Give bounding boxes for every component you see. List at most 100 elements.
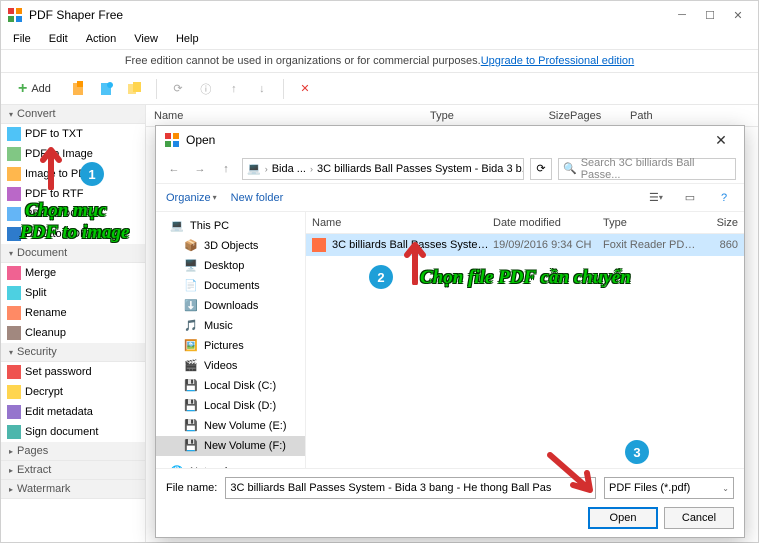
dialog-bottom: File name: PDF Files (*.pdf)⌄ Open Cance… <box>156 468 744 537</box>
tree-item[interactable]: 🎵Music <box>156 316 305 336</box>
add-button[interactable]: + Add <box>7 77 62 101</box>
infobar: Free edition cannot be used in organizat… <box>1 49 758 73</box>
nav-back-icon[interactable]: ← <box>164 159 184 179</box>
dialog-icon <box>164 132 180 148</box>
tree-item[interactable]: 🖥️Desktop <box>156 256 305 276</box>
tree-item[interactable]: 💾Local Disk (D:) <box>156 396 305 416</box>
help-icon[interactable]: ? <box>714 188 734 208</box>
col-pages[interactable]: Pages <box>570 110 630 122</box>
sidebar-item-edit-metadata[interactable]: Edit metadata <box>1 402 145 422</box>
sidebar-item-set-password[interactable]: Set password <box>1 362 145 382</box>
dialog-titlebar: Open ✕ <box>156 126 744 154</box>
pc-icon: 💻 <box>247 162 261 175</box>
refresh-button[interactable]: ⟳ <box>530 158 552 180</box>
plus-icon: + <box>18 80 27 98</box>
col-size[interactable]: Size <box>520 110 570 122</box>
minimize-button[interactable]: ─ <box>668 5 696 25</box>
tb-icon-2[interactable] <box>96 78 118 100</box>
sidebar-item-pdf-to-txt[interactable]: PDF to TXT <box>1 124 145 144</box>
tree-item[interactable]: 🖼️Pictures <box>156 336 305 356</box>
menu-help[interactable]: Help <box>168 31 207 47</box>
titlebar: PDF Shaper Free ─ ☐ ✕ <box>1 1 758 29</box>
sidebar-item-pdf-to-rtf[interactable]: PDF to RTF <box>1 184 145 204</box>
tb-up-icon[interactable]: ↑ <box>223 78 245 100</box>
tb-delete-icon[interactable]: ✕ <box>294 78 316 100</box>
menu-action[interactable]: Action <box>78 31 125 47</box>
file-list: Name Date modified Type Size 3C billiard… <box>306 212 744 468</box>
tree-item[interactable]: 📄Documents <box>156 276 305 296</box>
col-name[interactable]: Name <box>154 110 430 122</box>
sidebar-item-doc-to-pdf[interactable]: DOC to PDF <box>1 224 145 244</box>
tree-item-selected[interactable]: 💾New Volume (F:) <box>156 436 305 456</box>
infobar-text: Free edition cannot be used in organizat… <box>125 55 481 67</box>
group-pages[interactable]: ▸Pages <box>1 442 145 461</box>
sidebar-item-merge[interactable]: Merge <box>1 263 145 283</box>
tb-down-icon[interactable]: ↓ <box>251 78 273 100</box>
sidebar: ▾Convert PDF to TXT PDF to Image Image t… <box>1 105 146 542</box>
open-button[interactable]: Open <box>588 507 658 529</box>
nav-up-icon[interactable]: ↑ <box>216 159 236 179</box>
col-type[interactable]: Type <box>430 110 520 122</box>
group-security[interactable]: ▾Security <box>1 343 145 362</box>
group-convert[interactable]: ▾Convert <box>1 105 145 124</box>
sidebar-item-pdf-to-doc[interactable]: PDF to DOC <box>1 204 145 224</box>
tree-this-pc[interactable]: 💻This PC <box>156 216 305 236</box>
tb-icon-1[interactable] <box>68 78 90 100</box>
organize-button[interactable]: Organize ▾ <box>166 192 217 204</box>
group-watermark[interactable]: ▸Watermark <box>1 480 145 499</box>
dialog-nav: ← → ↑ 💻 › Bida ... › 3C billiards Ball P… <box>156 154 744 184</box>
dialog-close-button[interactable]: ✕ <box>706 130 736 150</box>
tree-item[interactable]: ⬇️Downloads <box>156 296 305 316</box>
nav-forward-icon[interactable]: → <box>190 159 210 179</box>
tree-item[interactable]: 📦3D Objects <box>156 236 305 256</box>
tb-info-icon[interactable]: ⓘ <box>195 78 217 100</box>
col-size[interactable]: Size <box>698 217 738 229</box>
sidebar-item-rename[interactable]: Rename <box>1 303 145 323</box>
group-document[interactable]: ▾Document <box>1 244 145 263</box>
menu-view[interactable]: View <box>126 31 166 47</box>
group-extract[interactable]: ▸Extract <box>1 461 145 480</box>
file-row-selected[interactable]: 3C billiards Ball Passes System - Bida 3… <box>306 234 744 256</box>
upgrade-link[interactable]: Upgrade to Professional edition <box>481 55 634 67</box>
toolbar: + Add ⟳ ⓘ ↑ ↓ ✕ <box>1 73 758 105</box>
tree-item[interactable]: 💾New Volume (E:) <box>156 416 305 436</box>
tree-item[interactable]: 🎬Videos <box>156 356 305 376</box>
maximize-button[interactable]: ☐ <box>696 5 724 25</box>
folder-tree[interactable]: 💻This PC 📦3D Objects 🖥️Desktop 📄Document… <box>156 212 306 468</box>
sidebar-item-cleanup[interactable]: Cleanup <box>1 323 145 343</box>
filename-label: File name: <box>166 482 217 494</box>
sidebar-item-decrypt[interactable]: Decrypt <box>1 382 145 402</box>
app-icon <box>7 7 23 23</box>
menubar: File Edit Action View Help <box>1 29 758 49</box>
menu-file[interactable]: File <box>5 31 39 47</box>
app-title: PDF Shaper Free <box>29 8 668 22</box>
sidebar-item-image-to-pdf[interactable]: Image to PDF <box>1 164 145 184</box>
sidebar-item-split[interactable]: Split <box>1 283 145 303</box>
sidebar-item-sign-document[interactable]: Sign document <box>1 422 145 442</box>
col-date[interactable]: Date modified <box>493 217 603 229</box>
tree-item[interactable]: 💾Local Disk (C:) <box>156 376 305 396</box>
list-header: Name Type Size Pages Path <box>146 105 758 127</box>
open-dialog: Open ✕ ← → ↑ 💻 › Bida ... › 3C billiards… <box>155 125 745 538</box>
tb-refresh-icon[interactable]: ⟳ <box>167 78 189 100</box>
filename-input[interactable] <box>225 477 596 499</box>
search-icon: 🔍 <box>563 162 577 175</box>
preview-pane-icon[interactable]: ▭ <box>680 188 700 208</box>
breadcrumb[interactable]: 💻 › Bida ... › 3C billiards Ball Passes … <box>242 158 524 180</box>
file-filter-select[interactable]: PDF Files (*.pdf)⌄ <box>604 477 734 499</box>
col-name[interactable]: Name <box>312 217 493 229</box>
dialog-title: Open <box>186 133 706 147</box>
pdf-file-icon <box>312 238 326 252</box>
file-list-header: Name Date modified Type Size <box>306 212 744 234</box>
sidebar-item-pdf-to-image[interactable]: PDF to Image <box>1 144 145 164</box>
col-path[interactable]: Path <box>630 110 750 122</box>
dialog-toolbar: Organize ▾ New folder ☰ ▾ ▭ ? <box>156 184 744 212</box>
col-type[interactable]: Type <box>603 217 698 229</box>
menu-edit[interactable]: Edit <box>41 31 76 47</box>
view-mode-icon[interactable]: ☰ ▾ <box>646 188 666 208</box>
cancel-button[interactable]: Cancel <box>664 507 734 529</box>
tb-icon-3[interactable] <box>124 78 146 100</box>
close-button[interactable]: ✕ <box>724 5 752 25</box>
search-input[interactable]: 🔍 Search 3C billiards Ball Passe... <box>558 158 736 180</box>
new-folder-button[interactable]: New folder <box>231 192 284 204</box>
